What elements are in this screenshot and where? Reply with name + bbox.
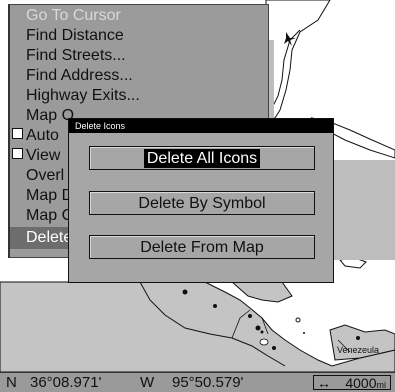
menu-item-map-orientation[interactable]: Map O <box>26 105 74 127</box>
delete-from-map-button[interactable]: Delete From Map <box>89 235 315 259</box>
latitude-hemisphere: N <box>6 374 17 391</box>
scale-value: 4000 <box>345 375 377 391</box>
city-dot <box>272 346 276 350</box>
island-dot <box>303 332 305 334</box>
island-dot <box>295 317 301 323</box>
city-dot <box>356 336 360 340</box>
delete-by-symbol-button[interactable]: Delete By Symbol <box>89 191 315 215</box>
menu-item-map-data[interactable]: Map D <box>26 185 73 207</box>
menu-item-auto-label: Auto <box>26 127 59 144</box>
view-checkbox[interactable] <box>12 148 23 159</box>
delete-icons-dialog: Delete Icons Delete All Icons Delete By … <box>68 118 334 283</box>
latitude-value: 36°08.971' <box>30 374 102 391</box>
city-dot <box>260 330 264 334</box>
menu-item-go-to-cursor: Go To Cursor <box>26 7 121 24</box>
scale-arrow-icon: ↔ <box>317 375 331 391</box>
dialog-title: Delete Icons <box>69 119 333 133</box>
longitude-value: 95°50.579' <box>172 374 244 391</box>
menu-item-highway-exits[interactable]: Highway Exits... <box>26 85 140 107</box>
city-dot <box>248 314 252 318</box>
gps-screen: Venezeula Go To Cursor Find Distance Fin… <box>0 0 395 392</box>
delete-all-icons-label: Delete All Icons <box>143 149 261 168</box>
menu-item-overlay[interactable]: Overl <box>26 165 64 187</box>
city-dot <box>213 304 217 308</box>
menu-item-find-streets[interactable]: Find Streets... <box>26 45 126 67</box>
scale-unit: mi <box>376 380 387 390</box>
place-label-venezuela: Venezeula <box>337 345 380 355</box>
longitude-hemisphere: W <box>140 374 155 391</box>
menu-item-view-label: View <box>26 147 61 164</box>
menu-item-find-distance[interactable]: Find Distance <box>26 25 124 47</box>
menu-item-auto[interactable]: Auto <box>12 125 59 147</box>
delete-from-map-label: Delete From Map <box>140 239 264 256</box>
delete-by-symbol-label: Delete By Symbol <box>138 195 266 212</box>
zoom-scale[interactable]: ↔ 4000mi <box>313 375 391 391</box>
menu-item-find-address[interactable]: Find Address... <box>26 65 133 87</box>
menu-item-view[interactable]: View <box>12 145 60 167</box>
menu-item-map-categories[interactable]: Map C <box>26 205 73 227</box>
city-dot <box>182 289 188 295</box>
position-status-bar: N 36°08.971' W 95°50.579' ↔ 4000mi <box>0 372 395 392</box>
auto-checkbox[interactable] <box>12 128 23 139</box>
lake-nicaragua <box>259 338 269 346</box>
delete-all-icons-button[interactable]: Delete All Icons <box>89 146 315 170</box>
city-dot <box>255 325 261 331</box>
